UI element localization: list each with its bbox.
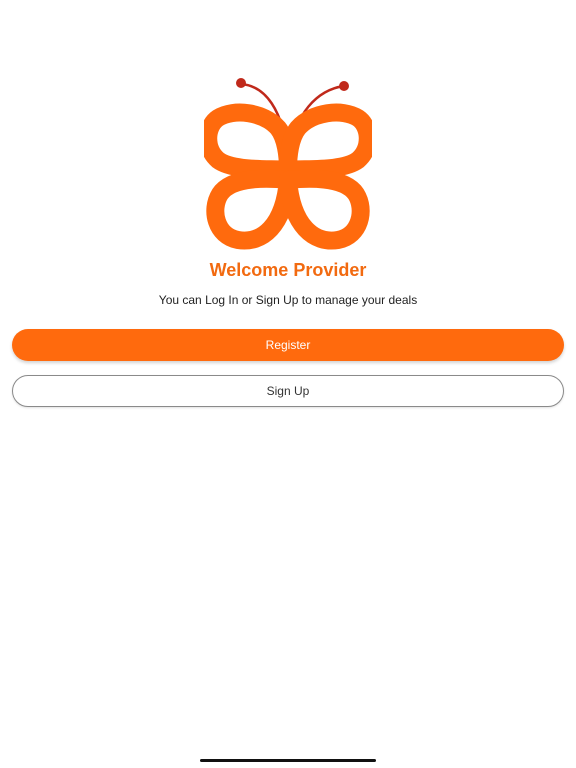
butterfly-logo-icon bbox=[204, 78, 372, 250]
register-button[interactable]: Register bbox=[12, 329, 564, 361]
welcome-screen: Welcome Provider You can Log In or Sign … bbox=[0, 0, 576, 768]
welcome-title: Welcome Provider bbox=[209, 260, 367, 280]
welcome-subtitle: You can Log In or Sign Up to manage your… bbox=[158, 293, 418, 307]
home-indicator bbox=[200, 759, 376, 762]
sign-up-button[interactable]: Sign Up bbox=[12, 375, 564, 407]
